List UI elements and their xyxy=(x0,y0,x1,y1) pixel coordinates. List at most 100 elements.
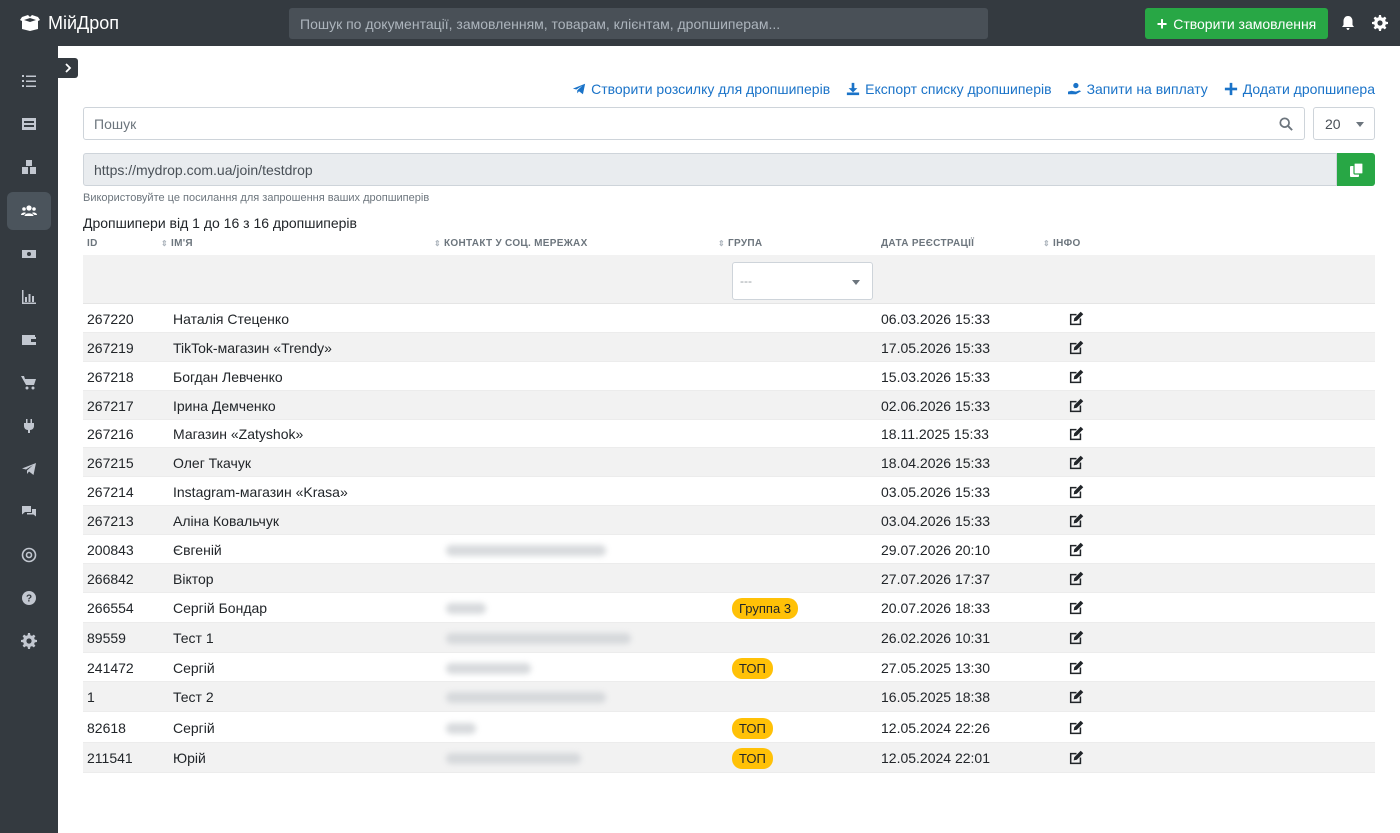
gear-icon[interactable] xyxy=(1372,15,1388,31)
sidebar-item-telegram[interactable] xyxy=(7,450,51,488)
cell-registered: 03.05.2026 15:33 xyxy=(881,484,990,500)
edit-icon[interactable] xyxy=(1069,571,1084,586)
filter-row: --- xyxy=(83,255,1375,304)
dropshippers-table: ID ⇕ ІМ'Я ⇕ КОНТАКТ У СОЦ. МЕРЕЖАХ ⇕ ГРУПА … xyxy=(83,235,1375,773)
plug-icon xyxy=(24,419,34,433)
add-dropshipper-link[interactable]: Додати дропшипера xyxy=(1224,81,1375,97)
table-row: 267214 Instagram-магазин «Krasa» 03.05.202… xyxy=(83,477,1375,506)
telegram-icon xyxy=(22,463,36,475)
sidebar-item-ai[interactable] xyxy=(7,536,51,574)
global-search-input[interactable] xyxy=(289,8,988,39)
sidebar-item-help[interactable]: ? xyxy=(7,579,51,617)
cell-name: Юрій xyxy=(173,750,206,766)
cell-name: Євгеній xyxy=(173,542,222,558)
edit-icon[interactable] xyxy=(1069,600,1084,615)
edit-icon[interactable] xyxy=(1069,660,1084,675)
edit-icon[interactable] xyxy=(1069,484,1084,499)
edit-icon[interactable] xyxy=(1069,398,1084,413)
sidebar-item-wallet[interactable] xyxy=(7,321,51,359)
search-button[interactable] xyxy=(1268,107,1305,140)
column-header-info[interactable]: ⇕ ІНФО xyxy=(1043,238,1081,249)
edit-icon[interactable] xyxy=(1069,455,1084,470)
column-header-contact[interactable]: ⇕ КОНТАКТ У СОЦ. МЕРЕЖАХ xyxy=(434,238,588,249)
users-icon xyxy=(21,205,37,216)
cell-contact-redacted xyxy=(446,692,606,703)
cell-id: 89559 xyxy=(87,630,126,646)
help-icon: ? xyxy=(22,591,36,605)
search-input[interactable] xyxy=(83,107,1269,140)
edit-icon[interactable] xyxy=(1069,750,1084,765)
sidebar-item-orders[interactable] xyxy=(7,105,51,143)
table-row: 267215 Олег Ткачук 18.04.2026 15:33 xyxy=(83,448,1375,477)
sidebar-item-chats[interactable] xyxy=(7,493,51,531)
chevron-right-icon xyxy=(65,63,72,73)
edit-icon[interactable] xyxy=(1069,720,1084,735)
edit-icon[interactable] xyxy=(1069,542,1084,557)
cell-id: 211541 xyxy=(87,750,133,766)
cell-id: 267220 xyxy=(87,311,134,327)
edit-icon[interactable] xyxy=(1069,630,1084,645)
copy-link-button[interactable] xyxy=(1337,153,1375,186)
sidebar-item-tasks[interactable] xyxy=(7,62,51,100)
group-filter-select[interactable]: --- xyxy=(732,262,873,300)
brand-logo[interactable]: МійДроп xyxy=(20,0,119,46)
table-row: 1 Тест 2 16.05.2025 18:38 xyxy=(83,682,1375,712)
payout-requests-link[interactable]: Запити на виплату xyxy=(1067,81,1208,97)
cell-registered: 18.11.2025 15:33 xyxy=(881,426,989,442)
cell-id: 266842 xyxy=(87,571,134,587)
edit-icon[interactable] xyxy=(1069,426,1084,441)
chart-icon xyxy=(22,290,36,304)
create-order-button[interactable]: + Створити замовлення xyxy=(1145,8,1328,39)
edit-icon[interactable] xyxy=(1069,513,1084,528)
cell-name: Магазин «Zatyshok» xyxy=(173,426,304,442)
settings-icon xyxy=(21,633,37,649)
column-header-name[interactable]: ⇕ ІМ'Я xyxy=(161,238,193,249)
edit-icon[interactable] xyxy=(1069,369,1084,384)
cell-contact-redacted xyxy=(446,603,486,614)
table-row: 267219 TikTok-магазин «Trendy» 17.05.2026 … xyxy=(83,333,1375,362)
group-badge: ТОП xyxy=(732,658,773,679)
sidebar-item-products[interactable] xyxy=(7,148,51,186)
cell-name: Сергій Бондар xyxy=(173,600,268,616)
cell-registered: 06.03.2026 15:33 xyxy=(881,311,990,327)
cell-id: 241472 xyxy=(87,660,134,676)
column-header-registered[interactable]: ДАТА РЕЄСТРАЦІЇ xyxy=(881,238,974,249)
sidebar-toggle-button[interactable] xyxy=(58,58,78,78)
cell-id: 267216 xyxy=(87,426,134,442)
table-header: ID ⇕ ІМ'Я ⇕ КОНТАКТ У СОЦ. МЕРЕЖАХ ⇕ ГРУПА … xyxy=(83,235,1375,255)
sidebar-item-dropshippers[interactable] xyxy=(7,192,51,230)
invite-link-field[interactable] xyxy=(83,153,1337,186)
edit-icon[interactable] xyxy=(1069,311,1084,326)
app-title: МійДроп xyxy=(48,12,120,33)
bell-icon[interactable] xyxy=(1340,15,1356,31)
sidebar-item-settings[interactable] xyxy=(7,622,51,660)
sidebar-item-shop[interactable] xyxy=(7,364,51,402)
top-navbar: МійДроп + Створити замовлення xyxy=(0,0,1400,46)
table-row: 267213 Аліна Ковальчук 03.04.2026 15:33 xyxy=(83,506,1375,535)
cell-name: Instagram-магазин «Krasa» xyxy=(173,484,348,500)
sidebar-item-integrations[interactable] xyxy=(7,407,51,445)
plus-icon xyxy=(1224,82,1237,96)
sidebar-item-analytics[interactable] xyxy=(7,278,51,316)
cell-registered: 17.05.2026 15:33 xyxy=(881,340,990,356)
export-list-link[interactable]: Експорт списку дропшиперів xyxy=(846,81,1052,97)
sidebar: ? xyxy=(0,46,58,833)
group-filter-value: --- xyxy=(740,274,752,288)
cell-name: Тест 1 xyxy=(173,630,214,646)
column-header-id[interactable]: ID xyxy=(87,238,98,249)
create-mailing-link[interactable]: Створити розсилку для дропшиперів xyxy=(572,81,830,97)
table-row: 267216 Магазин «Zatyshok» 18.11.2025 15:33 xyxy=(83,420,1375,448)
edit-icon[interactable] xyxy=(1069,340,1084,355)
cell-id: 267219 xyxy=(87,340,134,356)
edit-icon[interactable] xyxy=(1069,689,1084,704)
table-row: 241472 Сергій 27.05.2025 13:30 ТОП xyxy=(83,653,1375,682)
wallet-icon xyxy=(22,335,36,345)
column-header-group[interactable]: ⇕ ГРУПА xyxy=(718,238,762,249)
cell-registered: 27.07.2026 17:37 xyxy=(881,571,990,587)
per-page-select[interactable]: 20 xyxy=(1313,107,1375,140)
sidebar-item-finance[interactable] xyxy=(7,235,51,273)
cell-contact-redacted xyxy=(446,663,531,674)
column-label: ІМ'Я xyxy=(171,238,193,249)
cell-name: Ірина Демченко xyxy=(173,398,276,414)
export-list-label: Експорт списку дропшиперів xyxy=(865,81,1052,97)
